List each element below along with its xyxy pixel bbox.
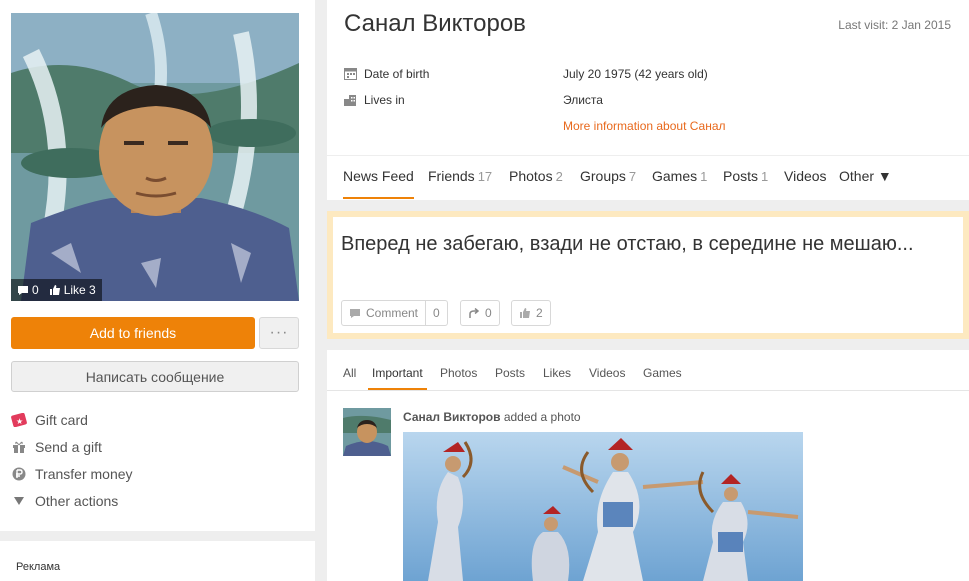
feed-tab-videos[interactable]: Videos	[589, 366, 625, 380]
status-text: Вперед не забегаю, взади не отстаю, в се…	[341, 233, 914, 255]
feed-tab-important[interactable]: Important	[368, 366, 427, 390]
calendar-icon	[344, 67, 358, 81]
comment-count: 0	[433, 306, 440, 320]
post-photo[interactable]	[403, 432, 803, 581]
feed-tab-posts[interactable]: Posts	[495, 366, 525, 380]
dob-row: Date of birth	[344, 67, 429, 81]
tab-count: 7	[628, 169, 637, 184]
tab-posts[interactable]: Posts 1	[723, 168, 768, 184]
tab-label: Posts	[723, 168, 759, 184]
action-label: Transfer money	[35, 465, 133, 482]
comment-label: Comment	[366, 306, 419, 320]
triangle-down-icon	[11, 493, 27, 509]
tab-news-feed[interactable]: News Feed	[343, 168, 414, 199]
share-count: 0	[485, 306, 492, 320]
tab-label: Games	[652, 168, 698, 184]
send-message-button[interactable]: Написать сообщение	[11, 361, 299, 392]
avatar-stats: 0 Like 3	[11, 279, 102, 301]
post-author-avatar[interactable]	[343, 408, 391, 456]
feed-panel: All Important Photos Posts Likes Videos …	[327, 350, 969, 581]
comments-stat[interactable]: 0	[17, 283, 39, 297]
comment-icon	[18, 285, 28, 295]
dob-label: Date of birth	[364, 67, 430, 81]
thumb-up-icon	[49, 285, 60, 295]
profile-card: Санал Викторов Last visit: 2 Jan 2015 Da…	[327, 0, 969, 200]
action-label: Gift card	[35, 411, 88, 428]
feed-tab-photos[interactable]: Photos	[440, 366, 477, 380]
action-label: Send a gift	[35, 438, 102, 455]
like-part: 2	[512, 301, 550, 325]
comment-icon	[350, 308, 360, 318]
ad-block: Реклама	[0, 541, 315, 581]
post-action: added a photo	[500, 410, 581, 424]
feed-tab-likes[interactable]: Likes	[543, 366, 571, 380]
avatar-likes-count: Like 3	[63, 283, 96, 297]
comment-button[interactable]: Comment 0	[341, 300, 448, 326]
feed-tab-games[interactable]: Games	[643, 366, 682, 380]
tab-other[interactable]: Other ▼	[839, 168, 892, 184]
profile-name: Санал Викторов	[344, 10, 526, 37]
lives-row: Lives in	[344, 93, 405, 107]
feed-tab-all[interactable]: All	[343, 366, 356, 380]
likes-stat[interactable]: Like 3	[49, 283, 96, 297]
dob-value: July 20 1975 (42 years old)	[563, 67, 708, 81]
tab-label: Friends	[428, 168, 475, 184]
tab-count: 2	[555, 169, 563, 184]
add-friend-button[interactable]: Add to friends	[11, 317, 255, 349]
profile-avatar[interactable]: 0 Like 3	[11, 13, 299, 301]
profile-tabs: News Feed Friends 17 Photos 2 Groups 7 Game…	[327, 155, 969, 200]
tab-videos[interactable]: Videos	[784, 168, 827, 184]
dancers-photo	[403, 432, 803, 581]
thumb-up-icon	[520, 308, 530, 318]
left-column: 0 Like 3 Add to friends ··· Написать соо…	[0, 0, 315, 531]
avatar-photo	[11, 13, 299, 301]
status-inner: Вперед не забегаю, взади не отстаю, в се…	[333, 217, 963, 333]
share-part: 0	[461, 301, 499, 325]
tab-count: 1	[761, 169, 769, 184]
tab-label: News Feed	[343, 168, 414, 184]
tab-friends[interactable]: Friends 17	[428, 168, 492, 184]
post-author-name[interactable]: Санал Викторов	[403, 410, 501, 424]
profile-actions: ★ Gift card Send a gift Transfer money O…	[11, 406, 133, 514]
building-icon	[344, 93, 358, 107]
feed-tabs: All Important Photos Posts Likes Videos …	[327, 350, 969, 391]
tab-label: Videos	[784, 168, 827, 184]
tab-label: Groups	[580, 168, 626, 184]
tab-label: Other ▼	[839, 168, 892, 184]
action-other[interactable]: Other actions	[11, 487, 133, 514]
more-options-button[interactable]: ···	[259, 317, 299, 349]
author-avatar-photo	[343, 408, 391, 456]
comment-part: Comment	[342, 301, 425, 325]
svg-text:★: ★	[16, 417, 23, 426]
action-label: Other actions	[35, 492, 119, 509]
ruble-icon	[11, 466, 27, 482]
lives-value[interactable]: Элиста	[563, 93, 603, 107]
action-gift-card[interactable]: ★ Gift card	[11, 406, 133, 433]
share-icon	[469, 307, 480, 318]
lives-label: Lives in	[364, 93, 405, 107]
share-button[interactable]: 0	[460, 300, 500, 326]
gift-icon	[11, 439, 27, 455]
action-transfer-money[interactable]: Transfer money	[11, 460, 133, 487]
post-header: Санал Викторов added a photo	[403, 410, 581, 424]
tab-count: 1	[700, 169, 708, 184]
last-visit: Last visit: 2 Jan 2015	[838, 18, 951, 32]
tab-label: Photos	[509, 168, 553, 184]
tab-groups[interactable]: Groups 7	[580, 168, 636, 184]
like-count: 2	[536, 306, 543, 320]
ad-label: Реклама	[16, 561, 61, 573]
more-info-link[interactable]: More information about Санал	[563, 119, 726, 133]
avatar-comments-count: 0	[32, 283, 39, 297]
gift-card-icon: ★	[11, 412, 27, 428]
like-button[interactable]: 2	[511, 300, 551, 326]
tab-games[interactable]: Games 1	[652, 168, 707, 184]
status-box: Вперед не забегаю, взади не отстаю, в се…	[327, 211, 969, 339]
tab-photos[interactable]: Photos 2	[509, 168, 563, 184]
tab-count: 17	[477, 169, 493, 184]
action-send-gift[interactable]: Send a gift	[11, 433, 133, 460]
